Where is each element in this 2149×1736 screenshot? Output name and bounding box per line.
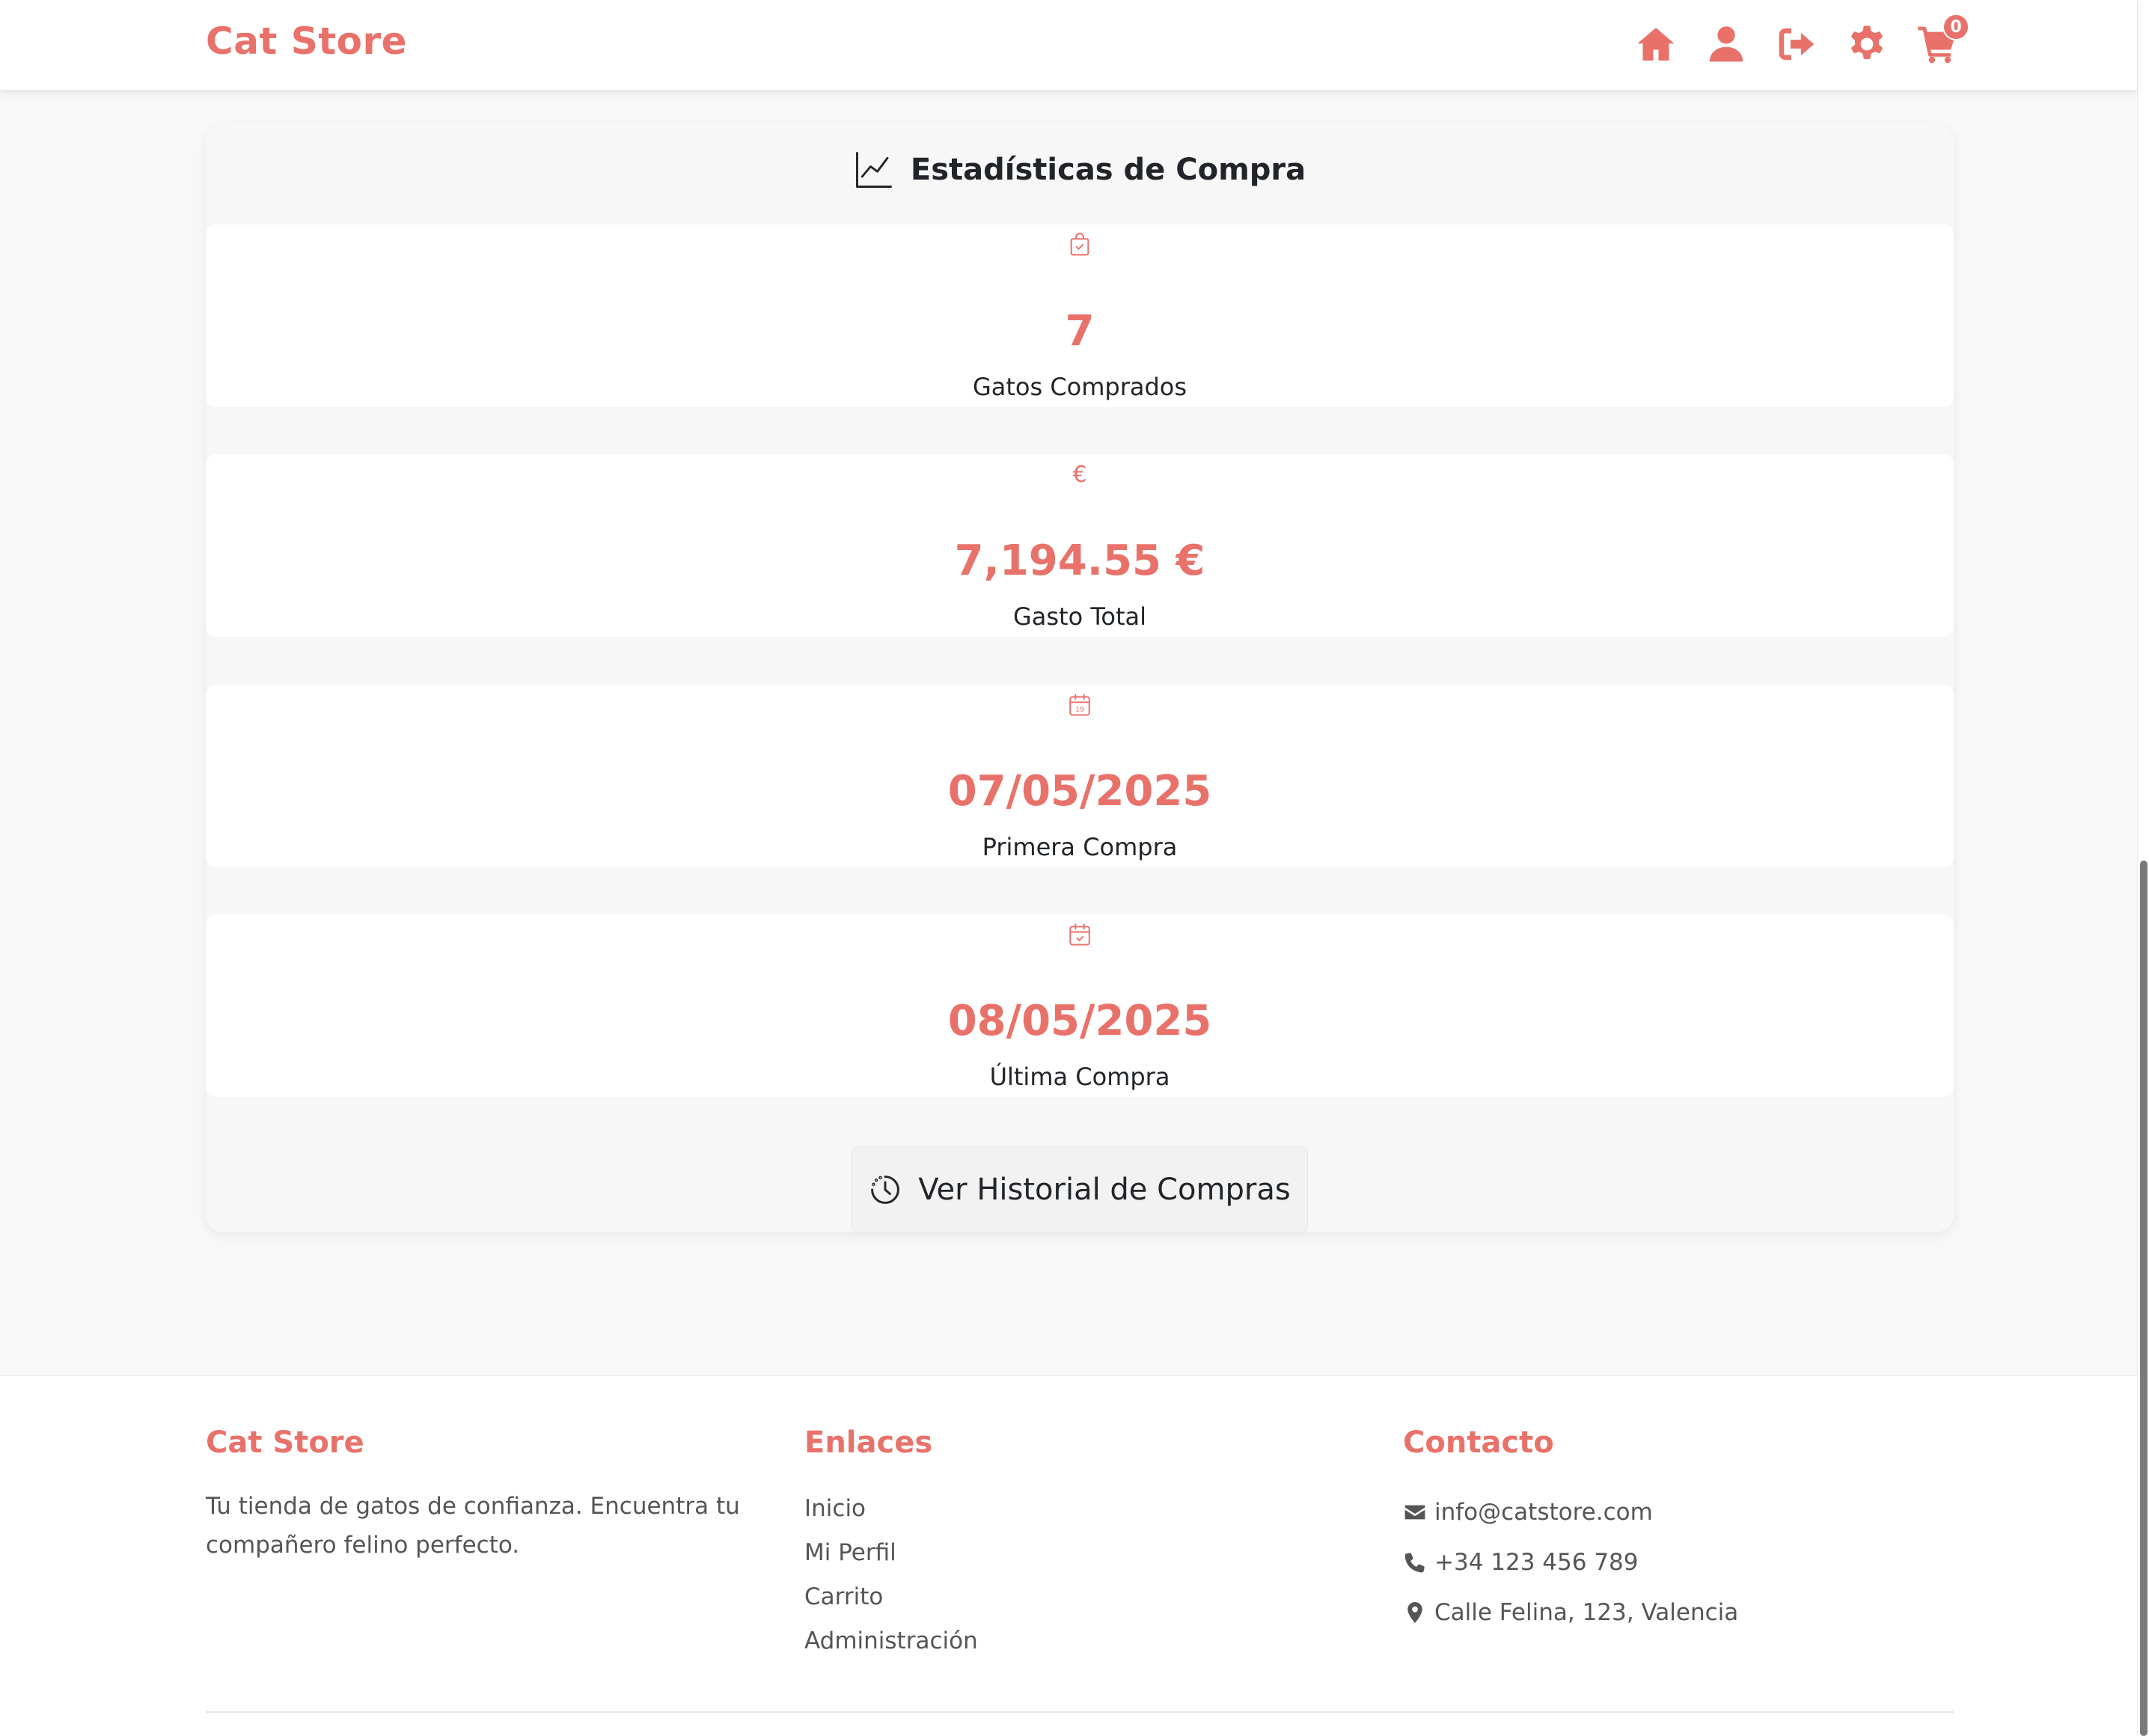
- top-navbar: Cat Store 0: [0, 0, 2137, 90]
- stat-total-spent: € 7,194.55 € Gasto Total: [206, 454, 1954, 637]
- envelope-icon: [1404, 1505, 1425, 1519]
- user-icon[interactable]: [1705, 22, 1748, 66]
- contact-email-text[interactable]: info@catstore.com: [1434, 1499, 1653, 1526]
- history-button-label: Ver Historial de Compras: [918, 1173, 1291, 1207]
- calendar-check-icon: [1067, 922, 1092, 947]
- footer-link-carrito[interactable]: Carrito: [804, 1575, 978, 1619]
- footer-link-administracion[interactable]: Administración: [804, 1619, 978, 1663]
- phone-icon: [1404, 1552, 1425, 1572]
- scrollbar-thumb[interactable]: [2140, 861, 2148, 1736]
- footer-description: Tu tienda de gatos de confianza. Encuent…: [206, 1493, 740, 1559]
- footer-links-title: Enlaces: [804, 1425, 933, 1460]
- footer-link-mi-perfil[interactable]: Mi Perfil: [804, 1531, 978, 1575]
- stat-value: 07/05/2025: [947, 767, 1212, 816]
- contact-address-text: Calle Felina, 123, Valencia: [1434, 1598, 1739, 1626]
- contact-address: Calle Felina, 123, Valencia: [1403, 1587, 1738, 1637]
- euro-icon: €: [1072, 461, 1087, 488]
- stat-cats-purchased: 7 Gatos Comprados: [206, 224, 1954, 407]
- map-marker-icon: [1407, 1601, 1422, 1623]
- logout-icon[interactable]: [1775, 22, 1818, 66]
- contact-phone-text[interactable]: +34 123 456 789: [1434, 1549, 1639, 1576]
- footer-contact-column: Contacto info@catstore.com +34 123 456 7…: [1403, 1425, 1738, 1637]
- footer-contact-title: Contacto: [1403, 1425, 1554, 1460]
- view-purchase-history-button[interactable]: Ver Historial de Compras: [852, 1146, 1308, 1233]
- stats-header: Estadísticas de Compra: [206, 150, 1954, 190]
- footer-link-inicio[interactable]: Inicio: [804, 1487, 978, 1531]
- stat-label: Primera Compra: [982, 833, 1178, 861]
- footer-brand-column: Cat Store Tu tienda de gatos de confianz…: [206, 1425, 745, 1565]
- purchase-stats-card: Estadísticas de Compra 7 Gatos Comprados…: [206, 123, 1954, 1233]
- gear-icon[interactable]: [1845, 22, 1889, 66]
- stat-label: Gatos Comprados: [972, 373, 1187, 401]
- stat-value: 08/05/2025: [947, 997, 1212, 1045]
- calendar-icon: 19: [1067, 692, 1092, 718]
- nav-icons: 0: [1634, 13, 1969, 67]
- cart-icon[interactable]: 0: [1916, 13, 1969, 66]
- contact-phone: +34 123 456 789: [1403, 1537, 1738, 1587]
- page-scrollbar[interactable]: [2137, 0, 2149, 1736]
- stat-last-purchase: 08/05/2025 Última Compra: [206, 914, 1954, 1097]
- contact-email: info@catstore.com: [1403, 1487, 1738, 1537]
- site-footer: Cat Store Tu tienda de gatos de confianz…: [0, 1375, 2137, 1736]
- stat-first-purchase: 19 07/05/2025 Primera Compra: [206, 685, 1954, 867]
- svg-text:19: 19: [1075, 706, 1084, 714]
- shopping-bag-icon: [1067, 232, 1092, 257]
- line-chart-icon: [855, 152, 892, 188]
- footer-links-column: Enlaces Inicio Mi Perfil Carrito Adminis…: [804, 1425, 978, 1663]
- brand-logo[interactable]: Cat Store: [206, 19, 407, 63]
- footer-brand-title: Cat Store: [206, 1425, 364, 1460]
- clock-history-icon: [871, 1176, 900, 1204]
- stat-label: Gasto Total: [1012, 602, 1147, 631]
- stat-value: 7,194.55 €: [954, 537, 1205, 585]
- home-icon[interactable]: [1634, 22, 1678, 66]
- footer-divider: [206, 1711, 1954, 1713]
- stat-label: Última Compra: [989, 1063, 1170, 1091]
- stats-title: Estadísticas de Compra: [910, 153, 1306, 187]
- cart-count-badge: 0: [1942, 13, 1969, 40]
- stat-value: 7: [1065, 307, 1095, 355]
